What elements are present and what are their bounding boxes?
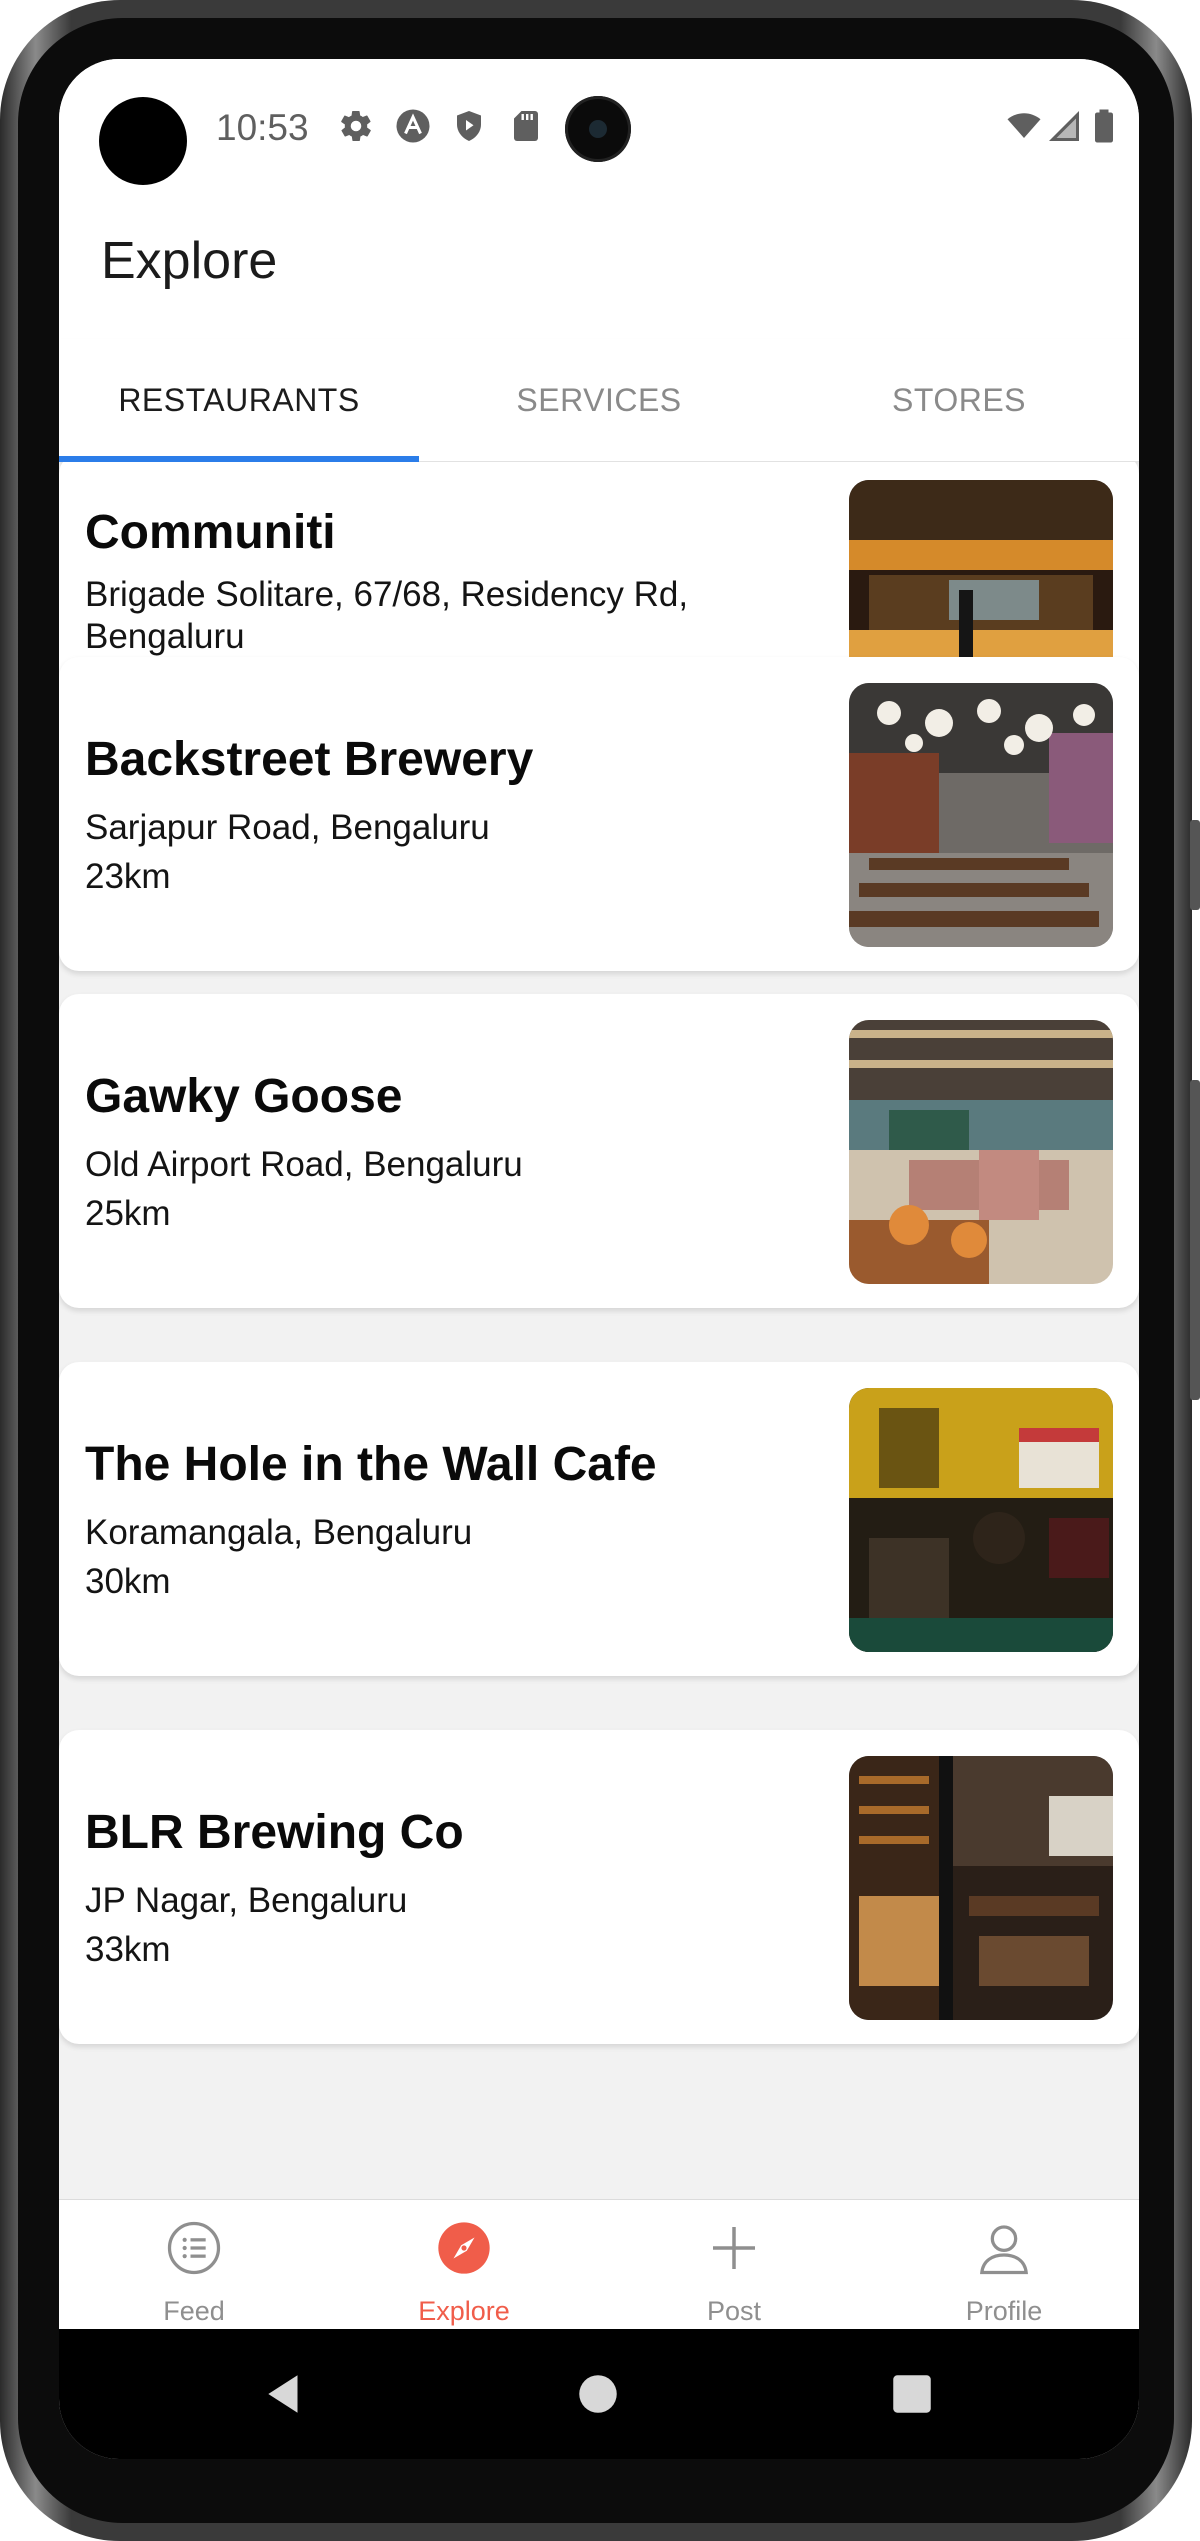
restaurant-photo-image [849, 1388, 1113, 1652]
restaurant-photo[interactable] [849, 1756, 1113, 2020]
restaurant-address: JP Nagar, Bengaluru [85, 1881, 408, 1920]
nav-explore-label: Explore [418, 2296, 510, 2326]
front-camera-cutout [99, 97, 187, 185]
center-camera [565, 96, 631, 162]
restaurant-card[interactable]: BLR Brewing Co JP Nagar, Bengaluru 33km [59, 1730, 1139, 2044]
nav-feed-label: Feed [163, 2296, 225, 2326]
back-icon[interactable] [260, 2369, 310, 2419]
nav-feed[interactable]: Feed [59, 2200, 329, 2330]
restaurant-address: Brigade Solitare, 67/68, Residency Rd, B… [85, 575, 689, 656]
app-header: Explore [59, 199, 1139, 339]
restaurant-address: Koramangala, Bengaluru [85, 1513, 473, 1552]
nav-post-label: Post [706, 2296, 762, 2326]
restaurant-photo-image [849, 683, 1113, 947]
status-time: 10:53 [216, 107, 309, 148]
settings-icon [341, 110, 371, 142]
restaurant-photo[interactable] [849, 683, 1113, 947]
volume-button [1190, 820, 1200, 910]
plus-icon [713, 2227, 755, 2269]
bottom-nav: Feed Explore Post Profile [59, 2199, 1139, 2329]
nav-profile[interactable]: Profile [869, 2200, 1139, 2330]
restaurant-photo[interactable] [849, 1388, 1113, 1652]
restaurant-address: Old Airport Road, Bengaluru [85, 1145, 523, 1184]
restaurant-photo[interactable] [849, 1020, 1113, 1284]
restaurant-distance: 25km [85, 1194, 171, 1233]
home-icon[interactable] [573, 2369, 623, 2419]
tab-services[interactable]: SERVICES [419, 339, 779, 462]
restaurant-photo-image [849, 1020, 1113, 1284]
person-icon [980, 2225, 1028, 2275]
recents-icon[interactable] [887, 2369, 937, 2419]
wifi-icon [1007, 113, 1041, 138]
restaurant-name: BLR Brewing Co [85, 1806, 464, 1859]
restaurant-card[interactable]: Backstreet Brewery Sarjapur Road, Bengal… [59, 657, 1139, 971]
restaurant-card[interactable]: The Hole in the Wall Cafe Koramangala, B… [59, 1362, 1139, 1676]
nav-post[interactable]: Post [599, 2200, 869, 2330]
signal-icon [1049, 111, 1079, 141]
restaurant-distance: 30km [85, 1562, 171, 1601]
tab-stores[interactable]: STORES [779, 339, 1139, 462]
sd-card-icon [514, 111, 538, 141]
restaurant-photo-image [849, 1756, 1113, 2020]
battery-icon [1095, 109, 1113, 143]
status-bar: 10:53 [59, 59, 1139, 199]
restaurant-name: Communiti [85, 506, 336, 559]
device-frame: 10:53 Explore RESTAURANTS SERVICES STORE… [0, 0, 1200, 2541]
restaurant-card[interactable]: Gawky Goose Old Airport Road, Bengaluru … [59, 994, 1139, 1308]
shield-icon [457, 111, 481, 141]
restaurant-distance: 23km [85, 857, 171, 896]
nav-profile-label: Profile [965, 2296, 1043, 2326]
nav-explore[interactable]: Explore [329, 2200, 599, 2330]
tab-bar: RESTAURANTS SERVICES STORES [59, 339, 1139, 462]
restaurant-name: Gawky Goose [85, 1070, 403, 1123]
tab-restaurants[interactable]: RESTAURANTS [59, 339, 419, 462]
list-icon [167, 2221, 221, 2275]
app-a-icon [396, 109, 430, 143]
power-button [1190, 1080, 1200, 1400]
restaurant-distance: 33km [85, 1930, 171, 1969]
screen: 10:53 Explore RESTAURANTS SERVICES STORE… [59, 59, 1139, 2459]
restaurant-address: Sarjapur Road, Bengaluru [85, 808, 490, 847]
page-title: Explore [101, 232, 278, 290]
system-nav-bar [59, 2329, 1139, 2459]
compass-icon [438, 2222, 490, 2274]
restaurant-list[interactable]: Communiti Brigade Solitare, 67/68, Resid… [59, 462, 1139, 2199]
restaurant-name: The Hole in the Wall Cafe [85, 1438, 657, 1491]
restaurant-name: Backstreet Brewery [85, 733, 534, 786]
